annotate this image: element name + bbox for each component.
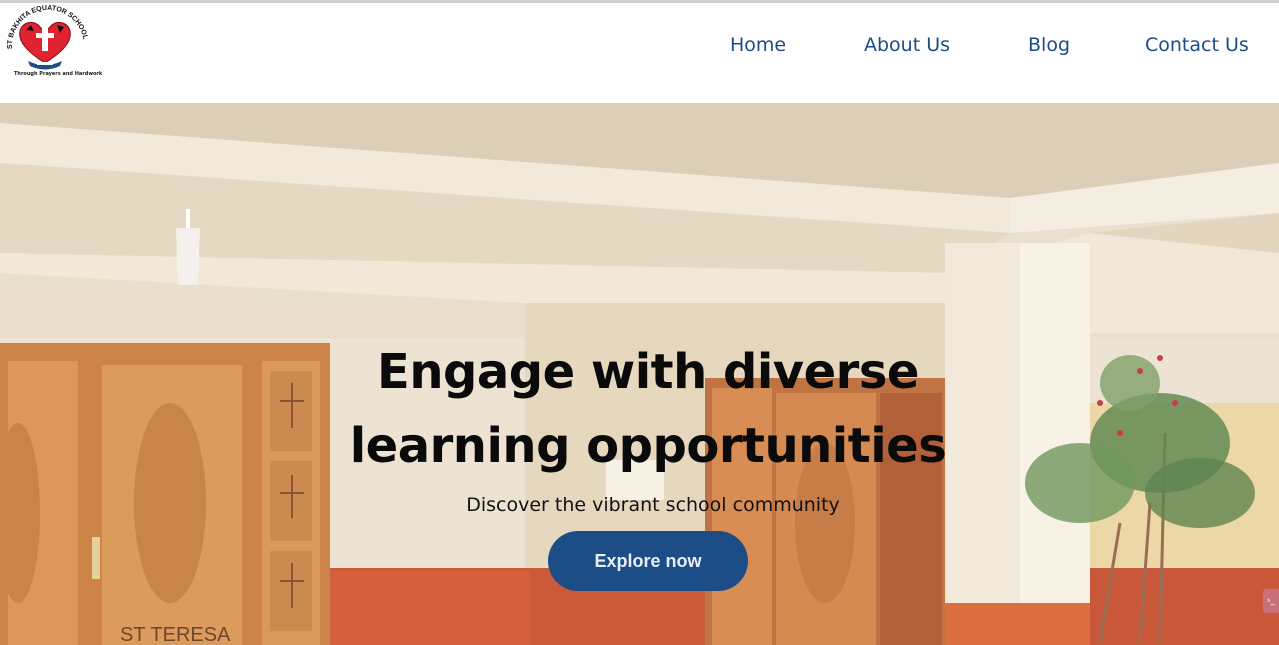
logo-tagline: Through Prayers and Hardwork [14, 71, 103, 77]
side-toggle-tab[interactable]: ›_ [1263, 589, 1279, 613]
nav-link-about-us[interactable]: About Us [864, 34, 950, 56]
cross-heart-crest-icon: ST BAKHITA EQUATOR SCHOOL [7, 5, 89, 70]
hero-subtitle: Discover the vibrant school community [466, 494, 840, 516]
hero-headline-line-2: learning opportunities [349, 418, 947, 474]
nav-link-home[interactable]: Home [730, 34, 786, 56]
hero-section: ST TERESA Engage with diverse learning o… [0, 103, 1279, 645]
site-header: ST BAKHITA EQUATOR SCHOOL Through Prayer… [0, 3, 1279, 103]
hero-headline: Engage with diverse learning opportuniti… [0, 335, 1279, 483]
nav-link-blog[interactable]: Blog [1028, 34, 1070, 56]
nav-link-contact-us[interactable]: Contact Us [1145, 34, 1249, 56]
hero-headline-line-1: Engage with diverse [377, 344, 919, 400]
chevron-right-icon: ›_ [1266, 596, 1276, 606]
explore-now-button[interactable]: Explore now [548, 531, 748, 591]
school-logo[interactable]: ST BAKHITA EQUATOR SCHOOL Through Prayer… [4, 5, 102, 83]
